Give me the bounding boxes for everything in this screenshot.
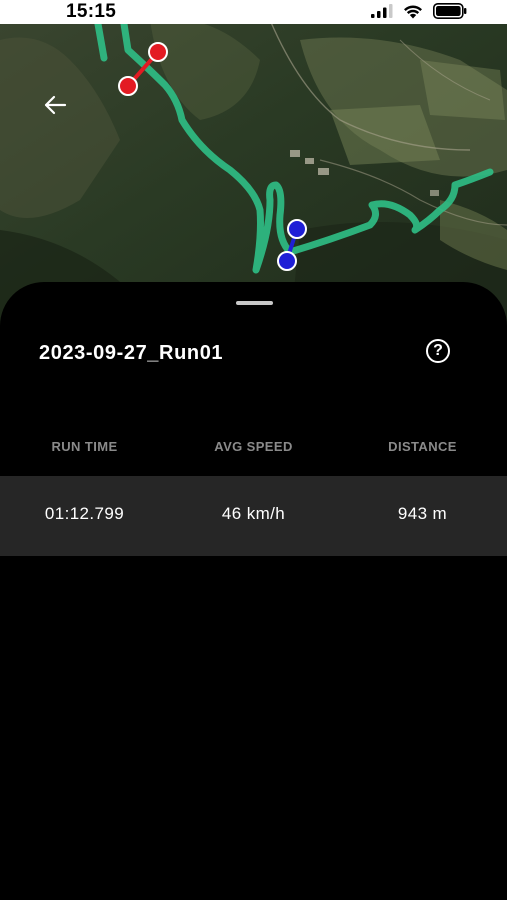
column-header-run-time: RUN TIME xyxy=(51,439,118,454)
sheet-grabber-handle[interactable] xyxy=(236,301,273,305)
battery-icon xyxy=(433,3,467,24)
status-icons xyxy=(371,3,467,24)
route-map[interactable] xyxy=(0,0,507,330)
satellite-map-image xyxy=(0,0,507,330)
question-circle-icon: ? xyxy=(433,342,443,359)
run-time-value: 01:12.799 xyxy=(44,504,125,523)
distance-value: 943 m xyxy=(397,504,448,523)
status-bar: 15:15 xyxy=(0,0,507,24)
run-title: 2023-09-27_Run01 xyxy=(39,342,224,364)
cellular-signal-icon xyxy=(371,4,393,23)
column-header-distance: DISTANCE xyxy=(388,439,457,454)
stats-header: RUN TIME AVG SPEED DISTANCE xyxy=(0,439,507,459)
back-button[interactable] xyxy=(38,88,72,122)
help-button[interactable]: ? xyxy=(426,339,450,363)
wifi-icon xyxy=(403,4,423,24)
arrow-left-icon xyxy=(44,95,67,115)
column-header-avg-speed: AVG SPEED xyxy=(214,439,293,454)
run-details-sheet: 2023-09-27_Run01 ? RUN TIME AVG SPEED DI… xyxy=(0,282,507,900)
avg-speed-value: 46 km/h xyxy=(221,504,286,523)
stats-row: 01:12.799 46 km/h 943 m xyxy=(0,476,507,556)
status-time: 15:15 xyxy=(66,1,117,22)
